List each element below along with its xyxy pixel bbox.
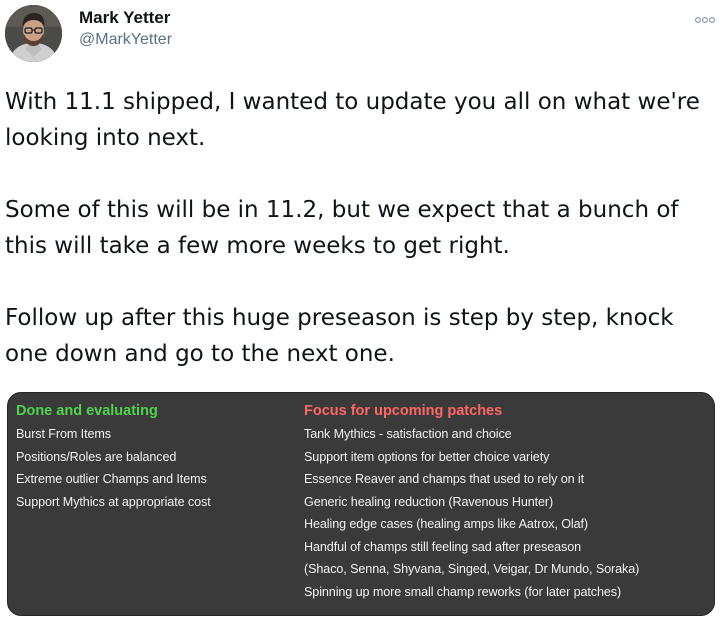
focus-item: Generic healing reduction (Ravenous Hunt… [304,494,554,509]
tweet-text: With 11.1 shipped, I wanted to update yo… [5,84,713,372]
done-heading: Done and evaluating [16,403,158,419]
tweet-image[interactable]: Done and evaluating Burst From Items Pos… [7,392,715,616]
tweet-paragraph-1: With 11.1 shipped, I wanted to update yo… [5,89,700,151]
user-handle[interactable]: @MarkYetter [79,29,172,51]
display-name[interactable]: Mark Yetter [79,7,172,29]
focus-item: Handful of champs still feeling sad afte… [304,539,582,554]
more-options-icon[interactable] [694,11,716,24]
focus-column: Focus for upcoming patches Tank Mythics … [304,401,712,603]
done-list: Burst From Items Positions/Roles are bal… [16,423,296,513]
focus-item: Spinning up more small champ reworks (fo… [304,584,622,599]
focus-list: Tank Mythics - satisfaction and choice S… [304,423,712,603]
done-item: Support Mythics at appropriate cost [16,494,211,509]
focus-item: (Shaco, Senna, Shyvana, Singed, Veigar, … [304,562,640,576]
focus-item: Essence Reaver and champs that used to r… [304,472,585,486]
focus-item: Support item options for better choice v… [304,449,550,464]
focus-item: Tank Mythics - satisfaction and choice [304,427,512,441]
focus-heading: Focus for upcoming patches [304,403,503,419]
tweet-header: Mark Yetter @MarkYetter [5,5,718,65]
done-item: Extreme outlier Champs and Items [16,472,207,486]
done-item: Burst From Items [16,427,111,441]
tweet: Mark Yetter @MarkYetter With 11.1 shippe… [0,0,723,627]
tweet-paragraph-2: Some of this will be in 11.2, but we exp… [5,197,679,259]
done-column: Done and evaluating Burst From Items Pos… [16,401,296,513]
tweet-paragraph-3: Follow up after this huge preseason is s… [5,305,674,367]
avatar[interactable] [5,5,62,62]
done-item: Positions/Roles are balanced [16,449,177,464]
avatar-photo-icon [5,5,62,62]
author-block: Mark Yetter @MarkYetter [79,7,172,51]
focus-item: Healing edge cases (healing amps like Aa… [304,517,589,531]
